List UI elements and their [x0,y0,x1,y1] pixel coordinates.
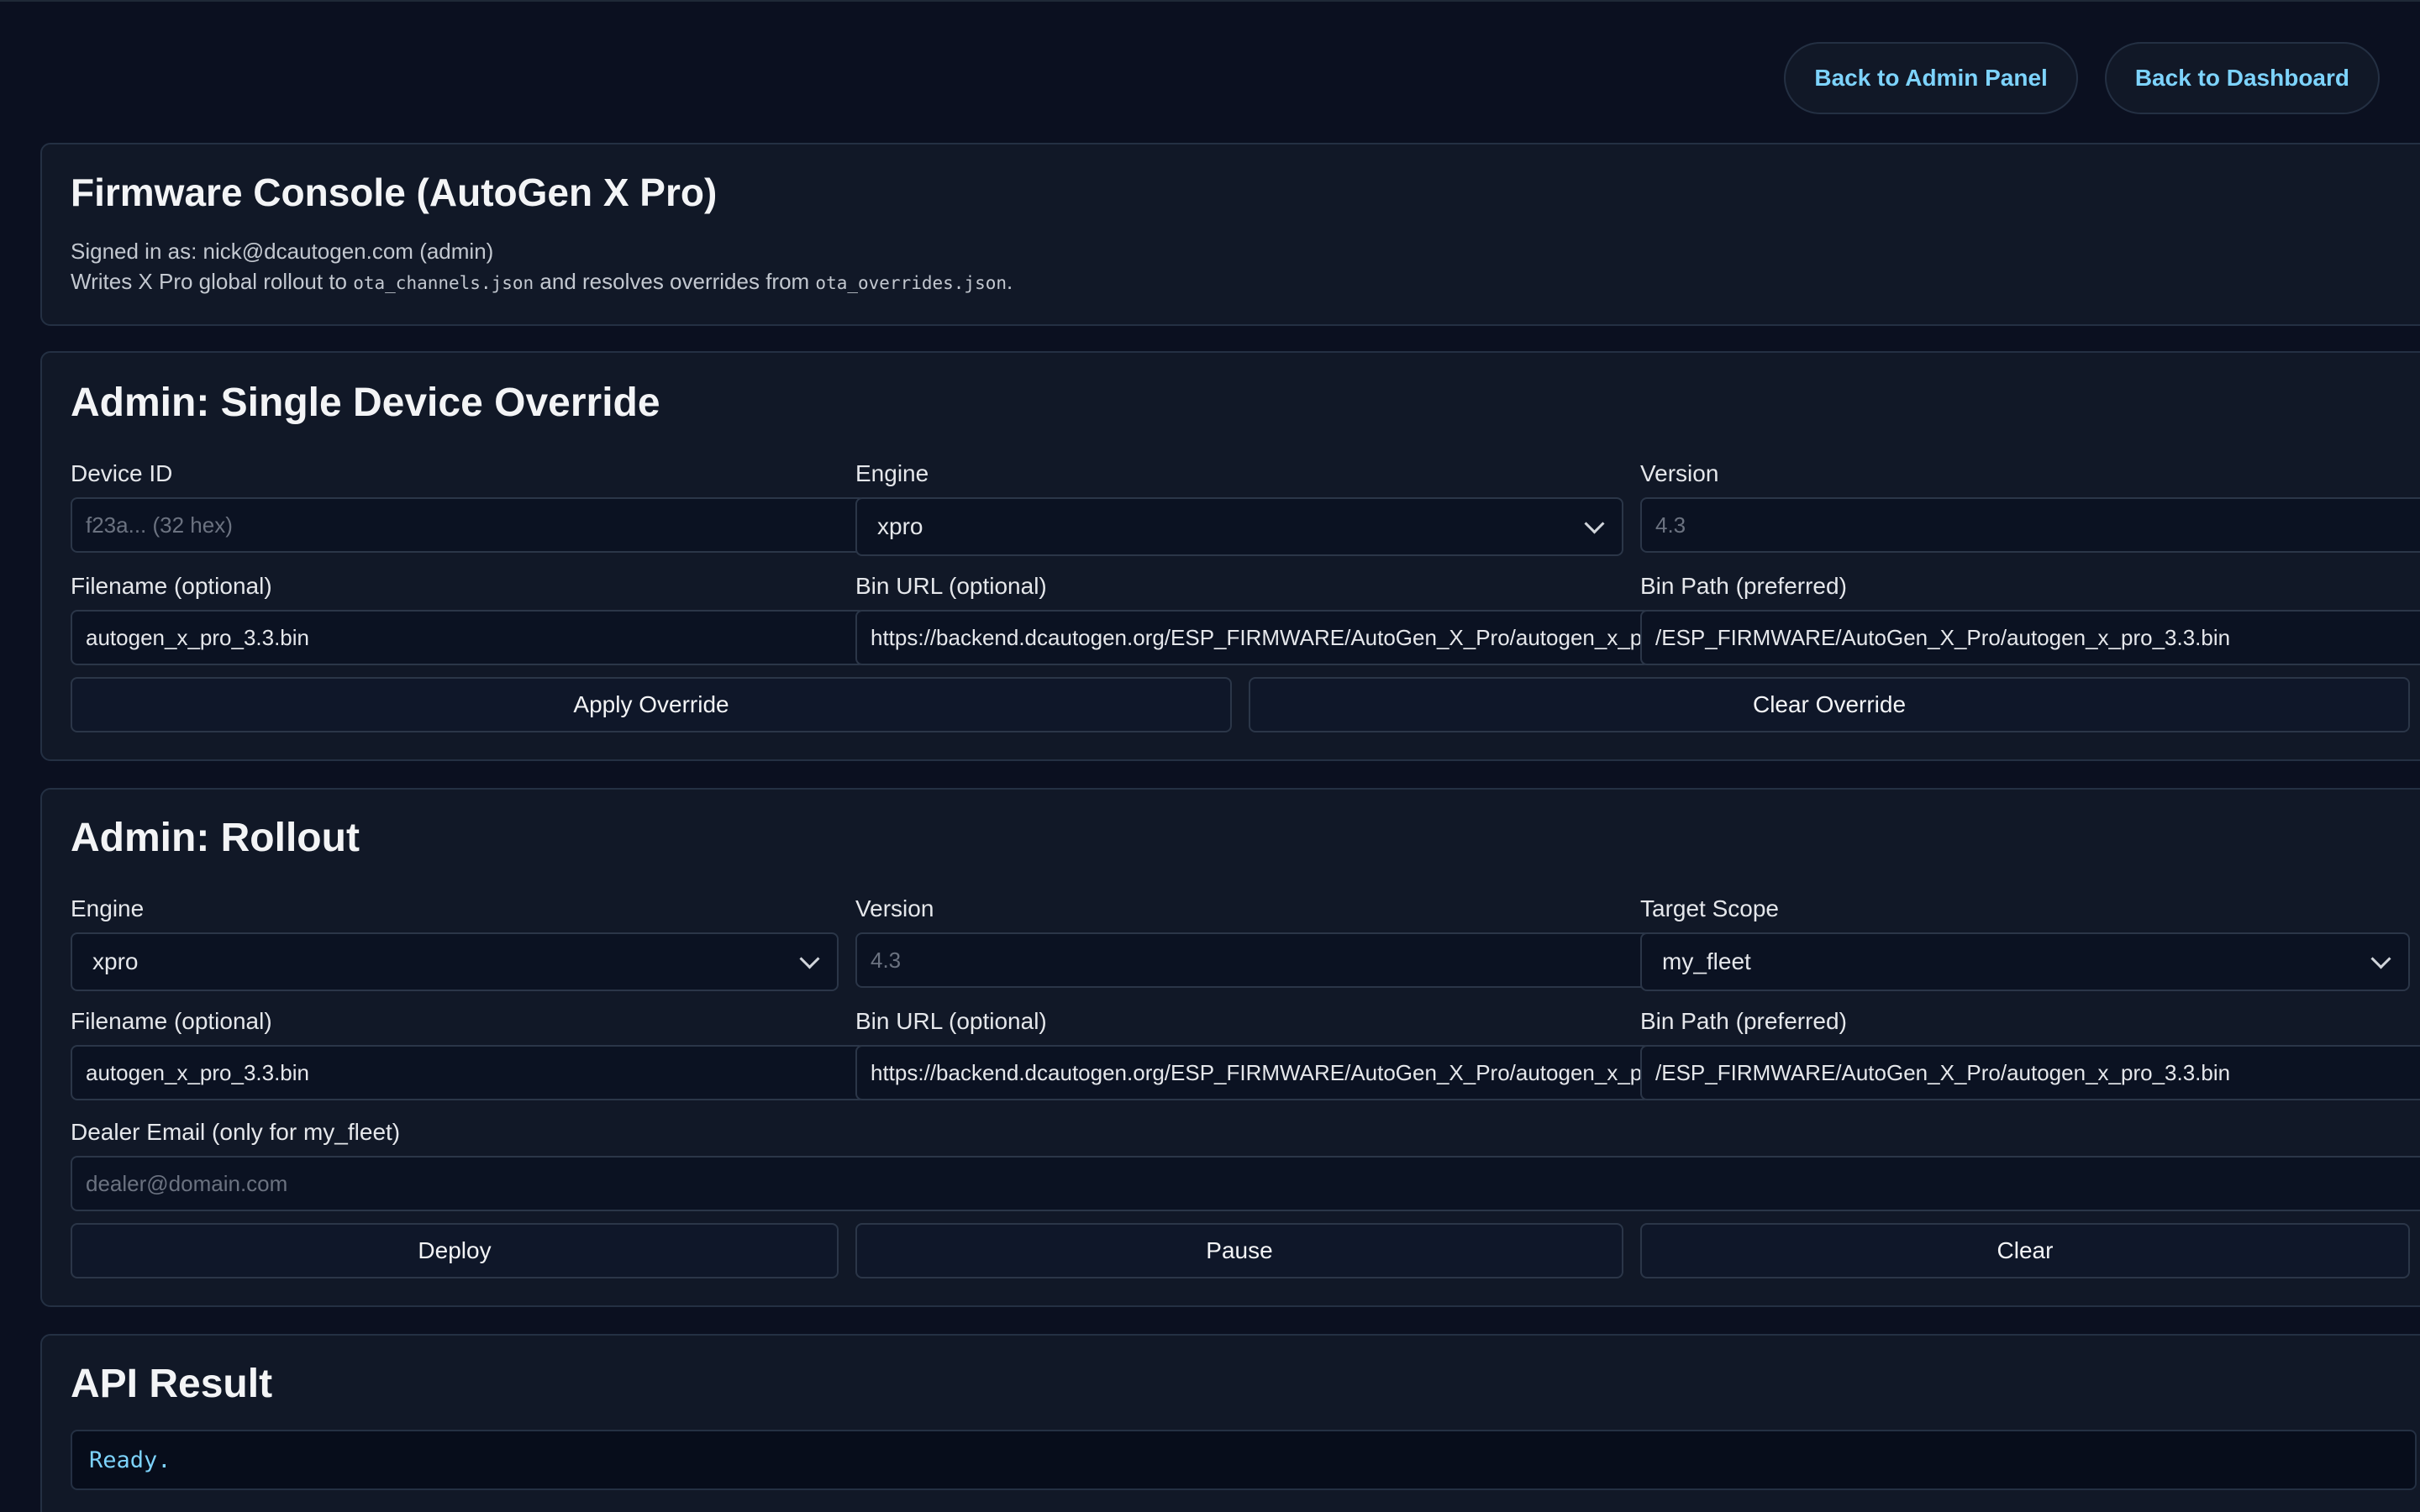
engine-select[interactable]: xpro [855,497,1623,556]
device-id-input[interactable]: f23a... (32 hex) [71,497,865,553]
channels-file: ota_channels.json [353,273,534,293]
rollout-bin-path-input[interactable]: /ESP_FIRMWARE/AutoGen_X_Pro/autogen_x_pr… [1640,1045,2420,1100]
rollout-filename-input[interactable]: autogen_x_pro_3.3.bin [71,1045,865,1100]
bin-url-label: Bin URL (optional) [855,573,1047,599]
engine-value: xpro [877,513,923,539]
rollout-bin-url-label: Bin URL (optional) [855,1008,1047,1034]
pause-button[interactable]: Pause [855,1223,1623,1278]
deploy-button[interactable]: Deploy [71,1223,839,1278]
bin-path-label: Bin Path (preferred) [1640,573,1847,599]
signed-in-text: Signed in as: nick@dcautogen.com (admin) [71,239,494,264]
override-card: Admin: Single Device Override Device ID … [40,351,2420,761]
target-scope-select[interactable]: my_fleet [1640,932,2410,991]
bin-url-input[interactable]: https://backend.dcautogen.org/ESP_FIRMWA… [855,610,1650,665]
rollout-filename-label: Filename (optional) [71,1008,272,1034]
dealer-email-label: Dealer Email (only for my_fleet) [71,1119,401,1145]
override-title: Admin: Single Device Override [71,381,660,425]
rollout-bin-path-label: Bin Path (preferred) [1640,1008,1847,1034]
rollout-title: Admin: Rollout [71,816,360,860]
filename-label: Filename (optional) [71,573,272,599]
engine-label: Engine [855,460,929,486]
apply-override-button[interactable]: Apply Override [71,677,1232,732]
bin-path-input[interactable]: /ESP_FIRMWARE/AutoGen_X_Pro/autogen_x_pr… [1640,610,2420,665]
back-to-admin-panel-button[interactable]: Back to Admin Panel [1784,42,2078,114]
chevron-down-icon [1584,512,1605,534]
rollout-engine-select[interactable]: xpro [71,932,839,991]
target-scope-value: my_fleet [1662,948,1751,974]
page-title: Firmware Console (AutoGen X Pro) [71,171,718,214]
chevron-down-icon [799,948,820,969]
dealer-email-input[interactable]: dealer@domain.com [71,1156,2420,1211]
version-label: Version [1640,460,1719,486]
rollout-bin-url-input[interactable]: https://backend.dcautogen.org/ESP_FIRMWA… [855,1045,1650,1100]
target-scope-label: Target Scope [1640,895,1779,921]
api-result-output: Ready. [71,1430,2417,1490]
rollout-engine-label: Engine [71,895,145,921]
top-nav: Back to Admin Panel Back to Dashboard [1784,42,2380,114]
chevron-down-icon [2370,948,2391,969]
device-id-label: Device ID [71,460,173,486]
description-text: Writes X Pro global rollout to ota_chann… [71,269,1013,294]
rollout-version-input[interactable]: 4.3 [855,932,1650,988]
api-result-card: API Result Ready. [40,1334,2420,1512]
api-result-title: API Result [71,1362,273,1406]
rollout-engine-value: xpro [92,948,139,974]
filename-input[interactable]: autogen_x_pro_3.3.bin [71,610,865,665]
clear-override-button[interactable]: Clear Override [1249,677,2410,732]
header-card: Firmware Console (AutoGen X Pro) Signed … [40,143,2420,326]
version-input[interactable]: 4.3 [1640,497,2420,553]
back-to-dashboard-button[interactable]: Back to Dashboard [2104,42,2380,114]
rollout-card: Admin: Rollout Engine xpro Version 4.3 T… [40,788,2420,1307]
overrides-file: ota_overrides.json [815,273,1007,293]
clear-button[interactable]: Clear [1640,1223,2410,1278]
rollout-version-label: Version [855,895,934,921]
